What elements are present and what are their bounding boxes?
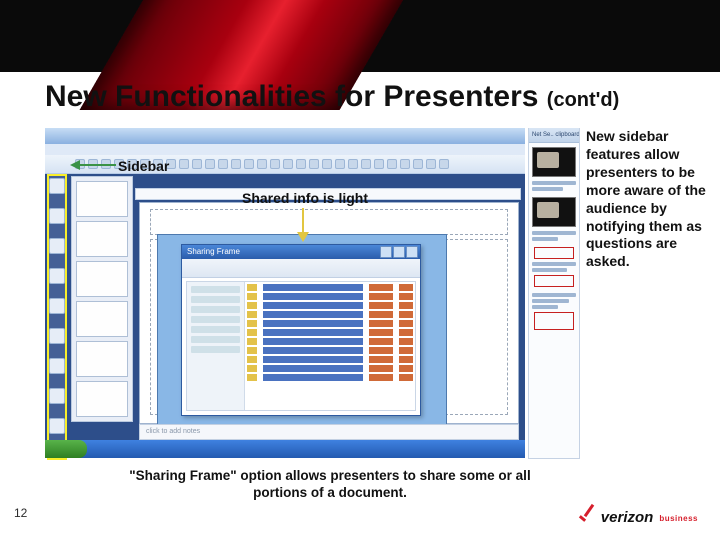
highlighted-option xyxy=(534,312,574,330)
logo-brand: verizon xyxy=(601,509,654,526)
title-main: New Functionalities for Presenters xyxy=(45,80,547,113)
webcam-thumbnail xyxy=(532,147,576,177)
start-button xyxy=(45,440,87,458)
sharing-frame-title-text: Sharing Frame xyxy=(187,247,240,256)
top-banner xyxy=(0,0,720,72)
sharing-frame-filelist xyxy=(247,284,413,408)
shared-annotation-label: Shared info is light xyxy=(205,190,405,206)
title-placeholder xyxy=(150,209,508,235)
slide-title: New Functionalities for Presenters (cont… xyxy=(45,80,695,114)
sidebar-annotation-label: Sidebar xyxy=(118,158,169,174)
title-sub: (cont'd) xyxy=(547,89,620,111)
page-number: 12 xyxy=(14,506,27,520)
sharing-frame-body xyxy=(186,281,416,411)
sharing-frame-navpane xyxy=(187,282,245,410)
conferencing-sidebar-pane: Net Se.. clipboard xyxy=(528,128,580,459)
highlighted-option xyxy=(534,275,574,287)
description-text: New sidebar features allow presenters to… xyxy=(586,128,714,271)
verizon-business-logo: verizon business xyxy=(579,509,698,526)
pp-notes-pane: click to add notes xyxy=(139,424,519,440)
logo-unit: business xyxy=(659,514,698,523)
verizon-check-icon xyxy=(579,510,597,526)
windows-taskbar xyxy=(45,440,525,458)
embedded-powerpoint-screenshot: Sharing Frame click to add note xyxy=(45,128,525,458)
pp-menubar xyxy=(45,144,525,155)
sharing-frame-toolbar xyxy=(182,259,420,278)
arrow-to-shared xyxy=(297,208,309,242)
highlighted-option xyxy=(534,247,574,259)
window-controls xyxy=(380,246,418,258)
arrow-to-sidebar xyxy=(70,160,116,170)
pp-titlebar xyxy=(45,128,525,144)
pp-slide-thumbnails xyxy=(71,176,133,422)
netpane-header: Net Se.. clipboard xyxy=(529,128,579,143)
webcam-thumbnail xyxy=(532,197,576,227)
pp-sidebar-icons xyxy=(49,178,65,434)
sharing-frame-titlebar: Sharing Frame xyxy=(182,245,420,259)
bottom-caption: "Sharing Frame" option allows presenters… xyxy=(120,468,540,502)
sharing-frame-window: Sharing Frame xyxy=(181,244,421,416)
